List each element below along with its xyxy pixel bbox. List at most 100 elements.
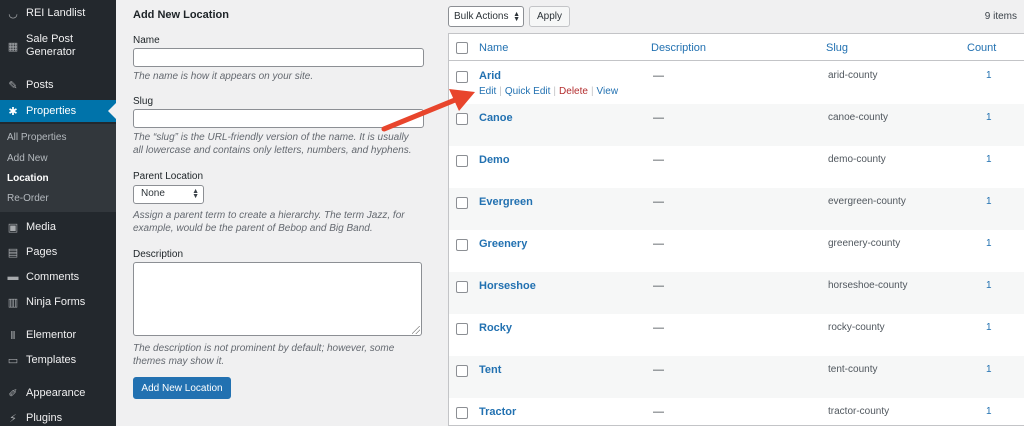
- bulk-actions-select[interactable]: Bulk Actions ▲ ▼: [448, 6, 524, 27]
- column-header-description[interactable]: Description: [651, 42, 706, 54]
- media-icon: ▣: [7, 221, 19, 234]
- row-checkbox[interactable]: [456, 323, 468, 335]
- term-description: —: [653, 364, 664, 376]
- view-link[interactable]: View: [597, 86, 619, 97]
- apply-button[interactable]: Apply: [529, 6, 570, 27]
- table-row: Canoe — canoe-county 1: [449, 104, 1024, 146]
- term-name-link[interactable]: Evergreen: [479, 196, 533, 208]
- term-name-link[interactable]: Horseshoe: [479, 280, 536, 292]
- sidebar-item-label: Sale Post Generator: [26, 33, 76, 58]
- folder-icon: ▭: [7, 354, 19, 367]
- add-new-location-button[interactable]: Add New Location: [133, 377, 231, 399]
- submenu-item-re-order[interactable]: Re-Order: [7, 193, 49, 204]
- properties-submenu: All Properties Add New Location Re-Order: [0, 124, 116, 212]
- table-row: Demo — demo-county 1: [449, 146, 1024, 188]
- term-count-link[interactable]: 1: [986, 280, 992, 291]
- term-slug: demo-county: [828, 154, 886, 165]
- row-checkbox[interactable]: [456, 239, 468, 251]
- term-name-link[interactable]: Tent: [479, 364, 501, 376]
- name-input[interactable]: [133, 48, 424, 67]
- row-checkbox[interactable]: [456, 281, 468, 293]
- term-slug: arid-county: [828, 70, 878, 81]
- term-count-link[interactable]: 1: [986, 70, 992, 81]
- term-count-link[interactable]: 1: [986, 196, 992, 207]
- sidebar-item-label: Media: [26, 220, 56, 233]
- row-checkbox[interactable]: [456, 113, 468, 125]
- smile-icon: ◡: [8, 7, 18, 20]
- term-count-link[interactable]: 1: [986, 154, 992, 165]
- term-description: —: [653, 112, 664, 124]
- terms-table: Name Description Slug Count Arid — arid-co…: [448, 33, 1024, 426]
- sidebar-item-appearance[interactable]: ✐ Appearance: [0, 384, 116, 402]
- form-icon: ▥: [7, 296, 19, 309]
- row-checkbox[interactable]: [456, 365, 468, 377]
- submenu-item-all-properties[interactable]: All Properties: [7, 132, 66, 143]
- term-name-link[interactable]: Tractor: [479, 406, 516, 418]
- table-row: Evergreen — evergreen-county 1: [449, 188, 1024, 230]
- select-arrows-icon: ▲ ▼: [192, 188, 199, 200]
- term-name-link[interactable]: Greenery: [479, 238, 527, 250]
- table-row: Arid — arid-county 1 Edit | Quick Edit | Delete |…: [449, 62, 1024, 104]
- delete-link[interactable]: Delete: [559, 86, 588, 97]
- active-pointer-icon: [108, 103, 116, 119]
- submenu-item-location[interactable]: Location: [7, 173, 49, 184]
- description-textarea[interactable]: [133, 262, 422, 336]
- term-name-link[interactable]: Rocky: [479, 322, 512, 334]
- sidebar-item-label: Comments: [26, 270, 80, 283]
- row-checkbox[interactable]: [456, 71, 468, 83]
- parent-location-value: None: [141, 188, 165, 199]
- term-name-link[interactable]: Demo: [479, 154, 510, 166]
- parent-location-select[interactable]: None ▲ ▼: [133, 185, 204, 204]
- term-name-link[interactable]: Canoe: [479, 112, 513, 124]
- column-header-slug[interactable]: Slug: [826, 42, 848, 54]
- sidebar-item-plugins[interactable]: ⚡ Plugins: [0, 409, 116, 426]
- slug-input[interactable]: [133, 109, 424, 128]
- term-slug: horseshoe-county: [828, 280, 908, 291]
- sidebar-item-posts[interactable]: ✎ Posts: [0, 76, 116, 94]
- resize-handle-icon[interactable]: [412, 326, 420, 334]
- description-label: Description: [133, 249, 184, 260]
- term-count-link[interactable]: 1: [986, 322, 992, 333]
- term-description: —: [653, 196, 664, 208]
- quick-edit-link[interactable]: Quick Edit: [505, 86, 551, 97]
- sidebar-item-properties[interactable]: ✱ Properties: [0, 100, 116, 122]
- select-all-checkbox[interactable]: [456, 42, 468, 54]
- row-checkbox[interactable]: [456, 407, 468, 419]
- sidebar-item-label: Templates: [26, 353, 77, 366]
- select-arrows-icon: ▲ ▼: [513, 11, 520, 23]
- term-description: —: [653, 70, 664, 82]
- edit-link[interactable]: Edit: [479, 86, 496, 97]
- row-checkbox[interactable]: [456, 155, 468, 167]
- sidebar-item-templates[interactable]: ▭ Templates: [0, 351, 116, 369]
- term-description: —: [653, 238, 664, 250]
- submenu-item-add-new[interactable]: Add New: [7, 153, 48, 164]
- sidebar-item-media[interactable]: ▣ Media: [0, 218, 116, 236]
- sidebar-item-label: Properties: [26, 104, 77, 117]
- brush-icon: ✐: [8, 387, 18, 400]
- sidebar-item-comments[interactable]: ▬ Comments: [0, 268, 116, 286]
- term-count-link[interactable]: 1: [986, 112, 992, 123]
- sidebar-item-sale-post[interactable]: ▦ Sale Post Generator: [0, 28, 116, 64]
- term-count-link[interactable]: 1: [986, 406, 992, 417]
- store-icon: ▦: [7, 40, 19, 53]
- term-slug: tractor-county: [828, 406, 890, 417]
- table-row: Rocky — rocky-county 1: [449, 314, 1024, 356]
- sidebar-item-label: Pages: [26, 245, 58, 258]
- sidebar-item-elementor[interactable]: Ⅱ Elementor: [0, 326, 116, 344]
- table-row: Horseshoe — horseshoe-county 1: [449, 272, 1024, 314]
- term-count-link[interactable]: 1: [986, 238, 992, 249]
- admin-sidebar: All Properties Add New Location Re-Order…: [0, 0, 116, 426]
- row-checkbox[interactable]: [456, 197, 468, 209]
- sidebar-item-site[interactable]: ◡ REI Landlist: [0, 3, 116, 23]
- table-row: Tent — tent-county 1: [449, 356, 1024, 398]
- column-header-name[interactable]: Name: [479, 42, 508, 54]
- term-count-link[interactable]: 1: [986, 364, 992, 375]
- separator: |: [553, 86, 557, 97]
- term-name-link[interactable]: Arid: [479, 70, 501, 82]
- column-header-count[interactable]: Count: [967, 42, 996, 54]
- sidebar-item-pages[interactable]: ▤ Pages: [0, 243, 116, 261]
- slug-description: The “slug” is the URL-friendly version o…: [133, 132, 412, 156]
- sidebar-item-ninja-forms[interactable]: ▥ Ninja Forms: [0, 293, 116, 311]
- sidebar-item-label: Ninja Forms: [26, 295, 86, 308]
- term-slug: evergreen-county: [828, 196, 906, 207]
